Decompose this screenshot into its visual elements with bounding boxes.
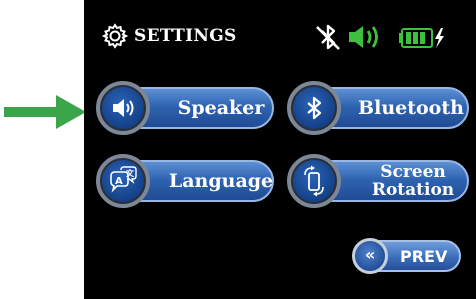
prev-button[interactable]: « PREV (352, 238, 461, 274)
language-circle[interactable]: A 文 (96, 154, 150, 208)
svg-text:A: A (115, 176, 123, 187)
speaker-label: Speaker (177, 97, 265, 119)
gear-icon (102, 23, 128, 49)
screen-rotation-icon (304, 165, 324, 197)
bluetooth-circle[interactable] (287, 81, 341, 135)
battery-charging-icon (399, 28, 444, 48)
prev-label: PREV (400, 247, 448, 266)
status-header: SETTINGS (84, 18, 476, 58)
screen-rotation-circle[interactable] (287, 154, 341, 208)
green-arrow-icon (4, 95, 86, 129)
prev-chevron-icon: « (352, 238, 388, 274)
svg-text:文: 文 (126, 168, 135, 178)
speaker-circle[interactable] (96, 81, 150, 135)
language-label: Language (168, 170, 274, 192)
bluetooth-label: Bluetooth (358, 97, 464, 119)
screen-rotation-label-line1: Screen (380, 162, 446, 182)
volume-on-icon[interactable] (347, 23, 391, 51)
speaker-icon (113, 99, 134, 117)
bluetooth-off-icon[interactable] (313, 22, 343, 52)
bluetooth-icon (307, 96, 322, 120)
screen-rotation-label-line2: Rotation (371, 180, 455, 200)
device-screen: SETTINGS Speaker Bluetooth Language A 文 … (84, 0, 476, 299)
page-title: SETTINGS (134, 26, 237, 46)
language-icon: A 文 (110, 166, 137, 193)
